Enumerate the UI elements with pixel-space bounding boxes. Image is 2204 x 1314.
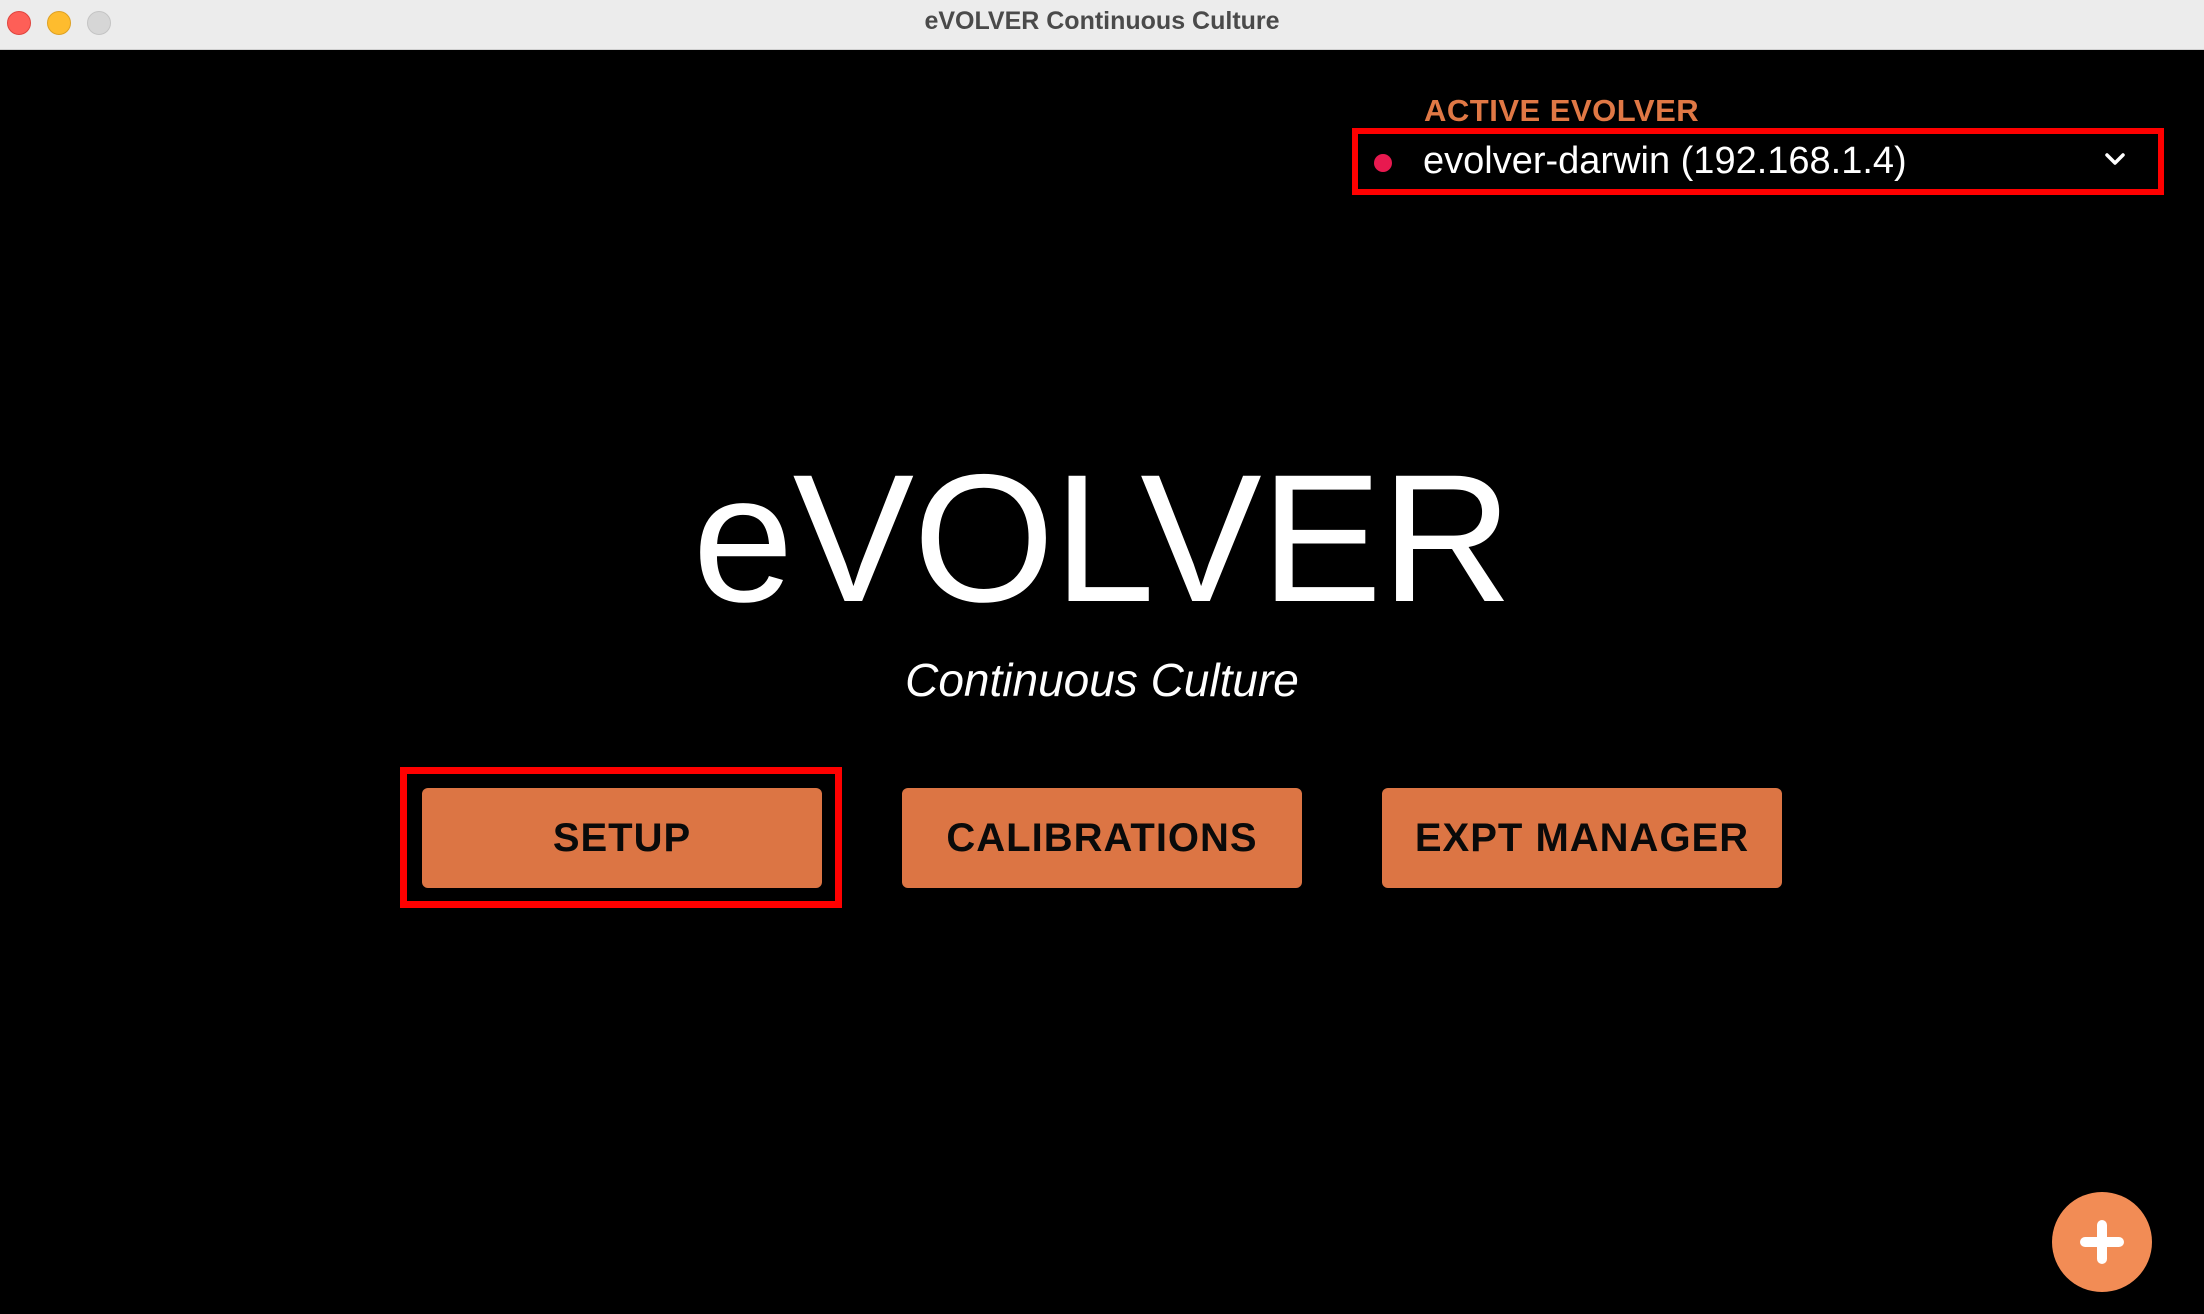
add-evolver-button[interactable] [2052,1192,2152,1292]
connection-status-icon [1374,154,1392,172]
app-window: eVOLVER Continuous Culture ACTIVE EVOLVE… [0,0,2204,1314]
plus-icon [2080,1220,2124,1264]
active-evolver-value: evolver-darwin (192.168.1.4) [1423,140,1907,182]
app-title: eVOLVER [692,436,1512,640]
expt-manager-button[interactable]: EXPT MANAGER [1382,788,1782,888]
app-subtitle: Continuous Culture [905,654,1299,706]
window-title: eVOLVER Continuous Culture [924,7,1280,35]
title-bar: eVOLVER Continuous Culture [0,0,2204,50]
active-evolver-label: ACTIVE EVOLVER [1424,93,1700,128]
setup-button[interactable]: SETUP [422,788,822,888]
active-evolver-dropdown[interactable]: evolver-darwin (192.168.1.4) [1358,134,2158,189]
chevron-down-icon[interactable] [2100,144,2130,174]
calibrations-button[interactable]: CALIBRATIONS [902,788,1302,888]
